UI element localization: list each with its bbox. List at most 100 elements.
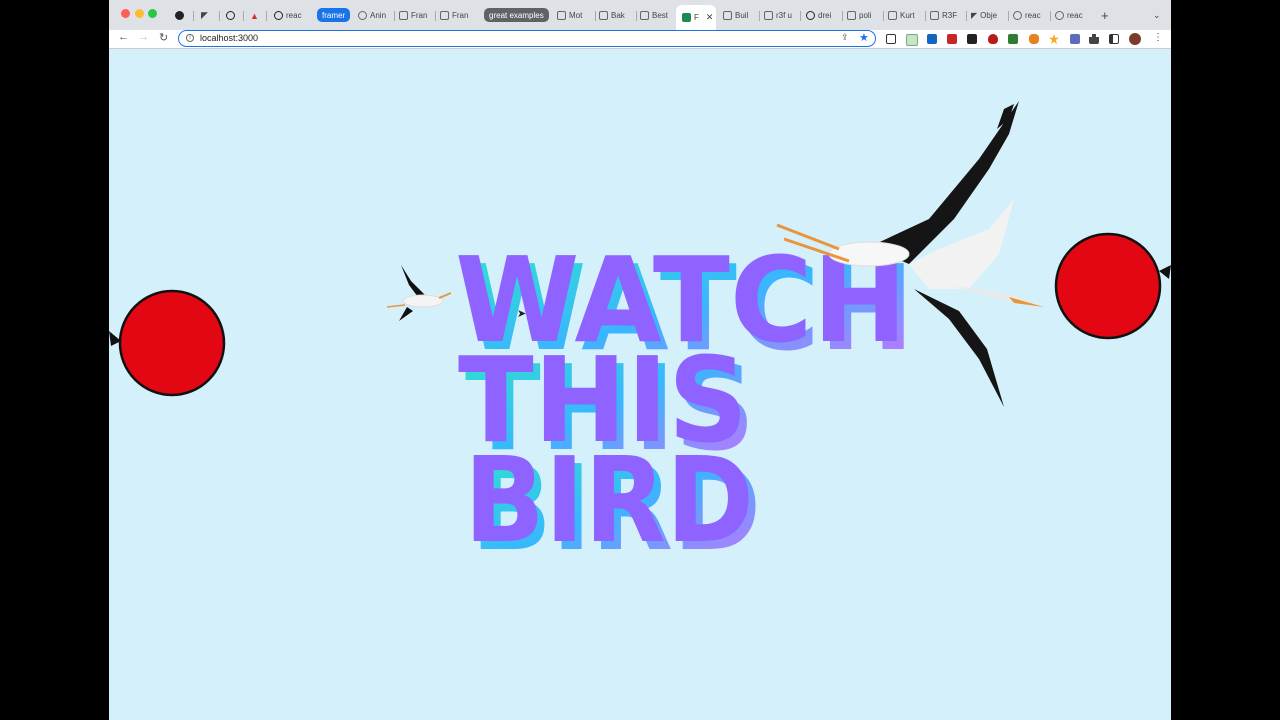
page-icon (930, 11, 939, 20)
reload-icon[interactable]: ↻ (159, 31, 168, 44)
tab-8[interactable]: Fran (399, 7, 433, 24)
tab-separator (925, 11, 926, 21)
headline-3d-text: WATCH WATCH THIS THIS BIRD BIRD (455, 231, 914, 577)
tab-separator (595, 11, 596, 21)
canvas-stage[interactable]: WATCH WATCH THIS THIS BIRD BIRD ➤ (109, 49, 1171, 720)
extension-star-icon[interactable] (1049, 34, 1059, 44)
tab-separator (759, 11, 760, 21)
url-text[interactable]: localhost:3000 (200, 33, 258, 43)
info-icon[interactable]: i (186, 34, 194, 42)
extension-green-icon[interactable] (1008, 34, 1018, 44)
scene-svg: WATCH WATCH THIS THIS BIRD BIRD (109, 101, 1171, 577)
tab-separator (800, 11, 801, 21)
tab-12[interactable]: Bak (599, 7, 633, 24)
browser-window: ◤ ▲ reac framer Anin Fran Fran great exa… (109, 0, 1171, 720)
tab-search-button[interactable]: ⌄ (1153, 10, 1161, 21)
page-icon (557, 11, 566, 20)
github-icon (226, 11, 235, 20)
tab-9[interactable]: Fran (440, 7, 474, 24)
ball-beak-right (1159, 265, 1171, 279)
tab-separator (435, 11, 436, 21)
puzzle-icon[interactable] (1089, 34, 1099, 44)
new-tab-button[interactable]: + (1101, 8, 1109, 23)
tab-separator (193, 11, 194, 21)
red-ball-left (118, 289, 226, 397)
globe-icon (1055, 11, 1064, 20)
red-ball-right (1054, 232, 1162, 340)
tab-13[interactable]: Best (640, 7, 674, 24)
codesandbox-icon (682, 13, 691, 22)
tab-group-great-examples[interactable]: great examples (484, 8, 549, 22)
framer-icon: ◤ (201, 10, 208, 20)
tab-16[interactable]: r3f u (764, 7, 798, 24)
tab-separator (842, 11, 843, 21)
circle-icon (175, 11, 184, 20)
tab-19[interactable]: Kurt (888, 7, 922, 24)
tab-1[interactable] (175, 7, 184, 24)
extension-badge-icon[interactable] (1070, 34, 1080, 44)
address-bar[interactable]: i localhost:3000 ⇪ ★ (178, 30, 876, 47)
share-icon[interactable]: ⇪ (841, 32, 849, 43)
tab-strip: ◤ ▲ reac framer Anin Fran Fran great exa… (109, 0, 1171, 30)
tab-separator (243, 11, 244, 21)
page-icon (888, 11, 897, 20)
page-icon (847, 11, 856, 20)
tab-separator (219, 11, 220, 21)
extension-bucket-icon[interactable] (927, 34, 937, 44)
extension-dark-icon[interactable] (967, 34, 977, 44)
extension-tv-icon[interactable] (886, 34, 896, 44)
extension-sheet-icon[interactable] (906, 34, 918, 46)
tab-separator (1008, 11, 1009, 21)
headline-line-3: BIRD (464, 431, 754, 569)
tab-18[interactable]: poli (847, 7, 881, 24)
tab-separator (636, 11, 637, 21)
page-icon (723, 11, 732, 20)
zoom-window-button[interactable] (148, 9, 157, 18)
page-icon (599, 11, 608, 20)
tab-3[interactable] (226, 7, 235, 24)
sidebar-icon[interactable] (1109, 34, 1119, 44)
page-icon (640, 11, 649, 20)
back-arrow-icon[interactable]: ← (118, 31, 129, 43)
tab-21[interactable]: ◤ Obje (971, 7, 1005, 24)
tab-22[interactable]: reac (1013, 7, 1047, 24)
extension-shield-icon[interactable] (988, 34, 998, 44)
tab-separator (266, 11, 267, 21)
globe-icon (1013, 11, 1022, 20)
github-icon (274, 11, 283, 20)
tab-7[interactable]: Anin (358, 7, 392, 24)
tab-20[interactable]: R3F (930, 7, 964, 24)
tab-active-codesandbox[interactable]: F ✕ (676, 5, 716, 30)
page-icon (764, 11, 773, 20)
tab-2[interactable]: ◤ (201, 7, 208, 24)
menu-kebab-icon[interactable]: ⋮ (1153, 32, 1163, 43)
toolbar: ← → ↻ i localhost:3000 ⇪ ★ ⋮ (109, 30, 1171, 49)
tab-separator (883, 11, 884, 21)
close-window-button[interactable] (121, 9, 130, 18)
extension-red-icon[interactable] (947, 34, 957, 44)
bookmark-star-icon[interactable]: ★ (859, 31, 869, 44)
small-stork (386, 265, 452, 321)
github-icon (806, 11, 815, 20)
close-tab-icon[interactable]: ✕ (706, 12, 714, 23)
framer-icon: ◤ (971, 11, 978, 20)
tab-5[interactable]: reac (274, 7, 306, 24)
globe-icon (358, 11, 367, 20)
tab-11[interactable]: Mot (557, 7, 591, 24)
tab-23[interactable]: reac (1055, 7, 1089, 24)
tab-separator (1050, 11, 1051, 21)
tab-17[interactable]: drei (806, 7, 840, 24)
avatar[interactable] (1129, 33, 1141, 45)
forward-arrow-icon[interactable]: → (138, 31, 149, 43)
tab-group-framer[interactable]: framer (317, 8, 351, 22)
mouse-cursor-icon: ➤ (517, 308, 527, 320)
minimize-window-button[interactable] (135, 9, 144, 18)
extension-fox-icon[interactable] (1029, 34, 1039, 44)
page-icon (440, 11, 449, 20)
page-icon (399, 11, 408, 20)
triangle-icon: ▲ (250, 10, 259, 21)
tab-separator (394, 11, 395, 21)
tab-4[interactable]: ▲ (250, 7, 259, 24)
tab-15[interactable]: Buil (723, 7, 757, 24)
tab-separator (966, 11, 967, 21)
